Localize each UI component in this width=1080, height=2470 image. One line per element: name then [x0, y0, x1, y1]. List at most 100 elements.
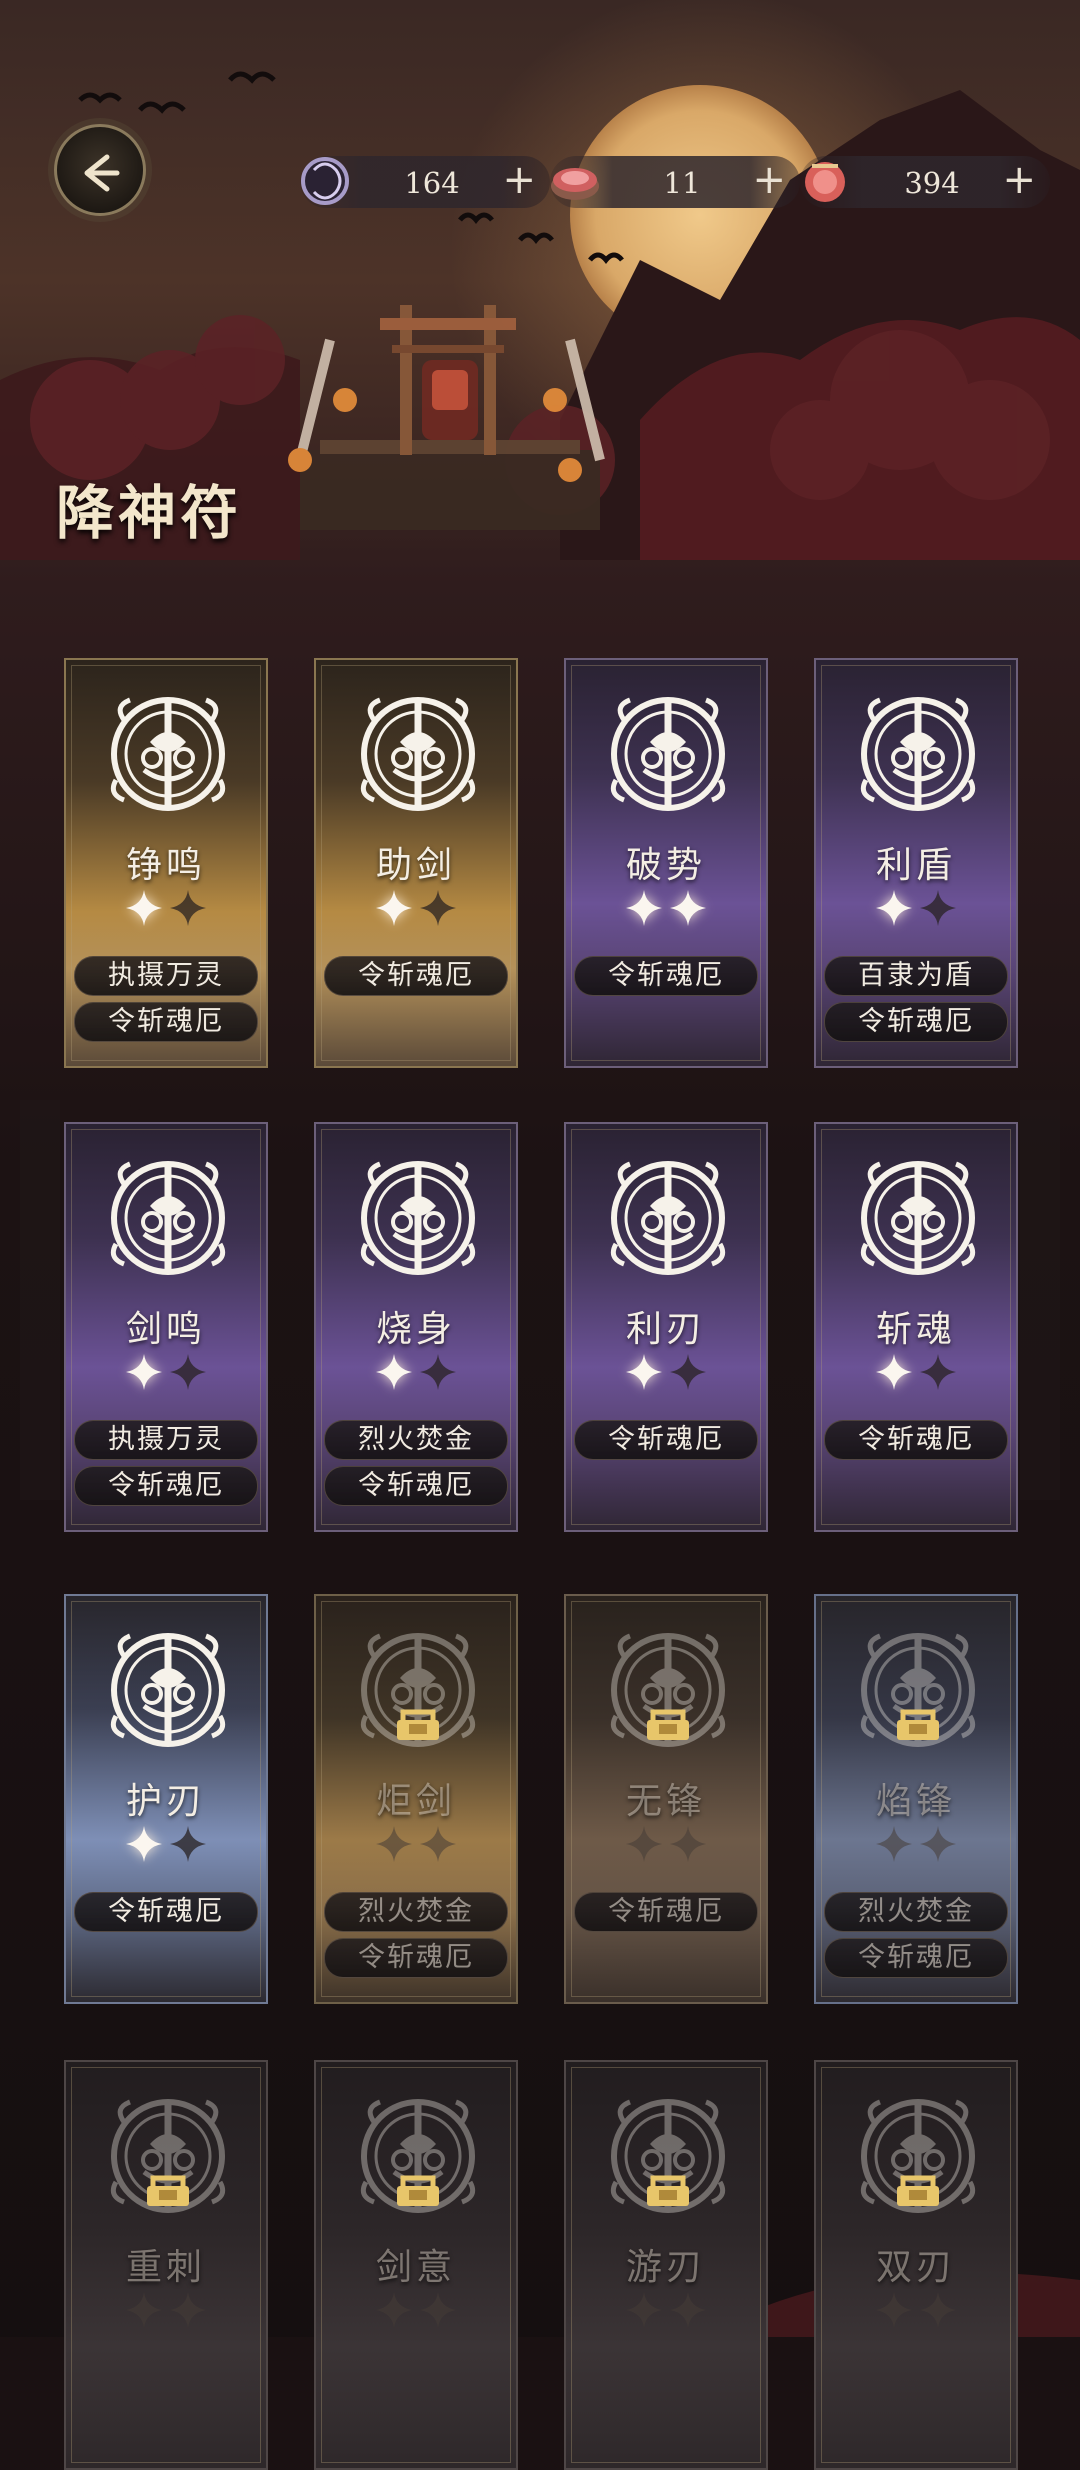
- talisman-tag: 烈火焚金: [824, 1892, 1008, 1932]
- star-empty-icon: [170, 890, 206, 926]
- talisman-tag: 执摄万灵: [74, 1420, 258, 1460]
- star-rating: [566, 2290, 766, 2334]
- talisman-name: 剑意: [316, 2238, 516, 2290]
- talisman-card[interactable]: 烧身 烈火焚金 令斩魂厄: [314, 1122, 518, 1532]
- talisman-name: 利刃: [566, 1300, 766, 1352]
- star-filled-icon: [376, 1354, 412, 1390]
- talisman-name: 重刺: [66, 2238, 266, 2290]
- talisman-name: 无锋: [566, 1772, 766, 1824]
- star-rating: [66, 1824, 266, 1868]
- talisman-card[interactable]: 无锋 令斩魂厄: [564, 1594, 768, 2004]
- talisman-sigil-icon: [860, 1161, 976, 1275]
- star-rating: [316, 888, 516, 932]
- talisman-card[interactable]: 炬剑烈火焚金令斩魂厄: [314, 1594, 518, 2004]
- star-filled-icon: [126, 1826, 162, 1862]
- star-rating: [66, 2290, 266, 2334]
- lock-icon: [147, 2175, 189, 2206]
- talisman-card[interactable]: 斩魂 令斩魂厄: [814, 1122, 1018, 1532]
- star-rating: [566, 1352, 766, 1396]
- talisman-name: 烧身: [316, 1300, 516, 1352]
- add-incense-button[interactable]: +: [752, 160, 786, 200]
- star-rating: [816, 1352, 1016, 1396]
- star-empty-icon: [920, 1826, 956, 1862]
- star-empty-icon: [420, 890, 456, 926]
- talisman-pouch-icon: [805, 162, 845, 202]
- lock-icon: [397, 2175, 439, 2206]
- star-filled-icon: [670, 890, 706, 926]
- star-empty-icon: [920, 1354, 956, 1390]
- talisman-tag: 百隶为盾: [824, 956, 1008, 996]
- resource-incense-value: 11: [663, 166, 701, 200]
- talisman-card[interactable]: 铮鸣执摄万灵令斩魂厄: [64, 658, 268, 1068]
- star-empty-icon: [670, 1354, 706, 1390]
- talisman-name: 助剑: [316, 836, 516, 888]
- resource-spirit-value: 164: [404, 166, 460, 200]
- talisman-tag: 令斩魂厄: [574, 1420, 758, 1460]
- talisman-name: 双刃: [816, 2238, 1016, 2290]
- talisman-card[interactable]: 助剑 令斩魂厄: [314, 658, 518, 1068]
- star-empty-icon: [920, 890, 956, 926]
- talisman-card[interactable]: 剑鸣 执摄万灵 令斩魂厄: [64, 1122, 268, 1532]
- star-empty-icon: [376, 2292, 412, 2328]
- talisman-card[interactable]: 护刃 令斩魂厄: [64, 1594, 268, 2004]
- talisman-name: 护刃: [66, 1772, 266, 1824]
- resource-talisman: 394 +: [800, 156, 1050, 208]
- talisman-tag: 令斩魂厄: [574, 956, 758, 996]
- talisman-tag: 烈火焚金: [324, 1892, 508, 1932]
- star-rating: [66, 888, 266, 932]
- talisman-sigil-icon: [110, 1633, 226, 1747]
- talisman-card[interactable]: 利刃 令斩魂厄: [564, 1122, 768, 1532]
- back-button[interactable]: [54, 124, 146, 216]
- page-title: 降神符: [56, 479, 243, 547]
- talisman-tag: 令斩魂厄: [74, 1002, 258, 1042]
- talisman-sigil-icon: [110, 1161, 226, 1275]
- lock-icon: [647, 1709, 689, 1740]
- star-rating: [816, 888, 1016, 932]
- talisman-card[interactable]: 剑意: [314, 2060, 518, 2470]
- star-filled-icon: [876, 890, 912, 926]
- star-empty-icon: [170, 2292, 206, 2328]
- star-empty-icon: [670, 1826, 706, 1862]
- talisman-tag: 令斩魂厄: [74, 1892, 258, 1932]
- talisman-card[interactable]: 利盾 百隶为盾 令斩魂厄: [814, 658, 1018, 1068]
- star-rating: [816, 2290, 1016, 2334]
- talisman-tag: 令斩魂厄: [824, 1938, 1008, 1978]
- lock-icon: [647, 2175, 689, 2206]
- talisman-sigil-icon: [110, 697, 226, 811]
- talisman-tag: 令斩魂厄: [74, 1466, 258, 1506]
- resource-talisman-value: 394: [904, 166, 960, 200]
- resource-spirit: 164 +: [300, 156, 550, 208]
- lock-icon: [897, 1709, 939, 1740]
- talisman-name: 炬剑: [316, 1772, 516, 1824]
- add-spirit-button[interactable]: +: [502, 160, 536, 200]
- talisman-tag: 执摄万灵: [74, 956, 258, 996]
- star-empty-icon: [376, 1826, 412, 1862]
- star-filled-icon: [876, 1354, 912, 1390]
- talisman-tag: 令斩魂厄: [824, 1420, 1008, 1460]
- talisman-card[interactable]: 破势 令斩魂厄: [564, 658, 768, 1068]
- star-empty-icon: [170, 1354, 206, 1390]
- star-filled-icon: [626, 1354, 662, 1390]
- talisman-card[interactable]: 焰锋烈火焚金令斩魂厄: [814, 1594, 1018, 2004]
- talisman-card[interactable]: 重刺: [64, 2060, 268, 2470]
- star-empty-icon: [626, 1826, 662, 1862]
- talisman-card[interactable]: 游刃: [564, 2060, 768, 2470]
- talisman-card[interactable]: 双刃: [814, 2060, 1018, 2470]
- star-empty-icon: [126, 2292, 162, 2328]
- talisman-tag: 烈火焚金: [324, 1420, 508, 1460]
- star-empty-icon: [420, 1826, 456, 1862]
- talisman-name: 焰锋: [816, 1772, 1016, 1824]
- talisman-sigil-icon: [360, 697, 476, 811]
- resource-incense: 11 +: [550, 156, 800, 208]
- star-empty-icon: [876, 1826, 912, 1862]
- talisman-tag: 令斩魂厄: [324, 1938, 508, 1978]
- star-rating: [816, 1824, 1016, 1868]
- talisman-name: 铮鸣: [66, 836, 266, 888]
- star-rating: [316, 1352, 516, 1396]
- talisman-sigil-icon: [860, 697, 976, 811]
- lock-icon: [897, 2175, 939, 2206]
- star-empty-icon: [420, 2292, 456, 2328]
- star-filled-icon: [126, 1354, 162, 1390]
- add-talisman-button[interactable]: +: [1002, 160, 1036, 200]
- talisman-tag: 令斩魂厄: [324, 956, 508, 996]
